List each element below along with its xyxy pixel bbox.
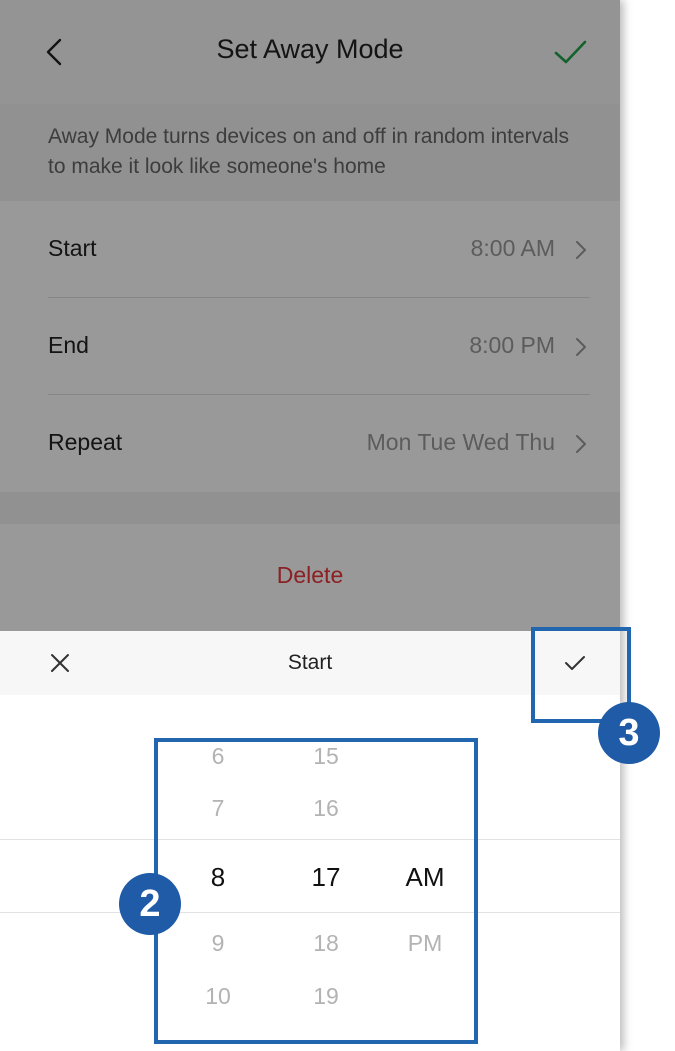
modal-backdrop[interactable]	[0, 0, 620, 631]
sheet-title: Start	[287, 651, 333, 674]
step-badge-3: 3	[598, 702, 660, 764]
sheet-header: Start	[0, 631, 620, 695]
picker-highlight-box	[154, 738, 478, 1044]
step-badge-2: 2	[119, 873, 181, 935]
